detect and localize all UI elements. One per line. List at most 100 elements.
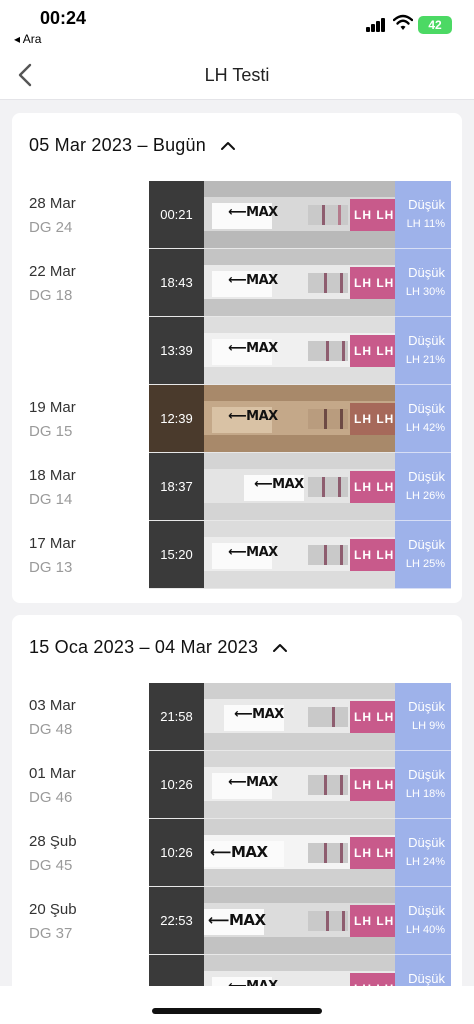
row-cycle-day: DG 14 [29, 491, 73, 508]
strip-lh-label: LH LH [350, 267, 395, 299]
row-cycle-day: DG 13 [29, 559, 73, 576]
test-strip-photo[interactable]: 22:53 ⟵MAX LH LH [149, 887, 395, 955]
test-row[interactable]: 20 Şub DG 37 22:53 ⟵MAX LH LH Düşük LH 4… [12, 887, 462, 955]
result-badge: Düşük LH 21% [395, 317, 451, 385]
row-date: 28 Mar [29, 195, 76, 212]
result-label: Düşük [408, 835, 445, 850]
row-date: 17 Mar [29, 535, 76, 552]
lh-percentage: LH 40% [405, 924, 445, 936]
nav-bar: LH Testi [0, 52, 474, 100]
strip-image: ⟵MAX LH LH [204, 317, 395, 384]
test-strip-photo[interactable]: 10:26 ⟵MAX LH LH [149, 751, 395, 819]
test-row[interactable]: 19 Mar DG 15 12:39 ⟵MAX LH LH Düşük LH 4… [12, 385, 462, 453]
row-date: 22 Mar [29, 263, 76, 280]
test-time: 13:39 [149, 317, 204, 384]
strip-image: ⟵MAX LH LH [204, 683, 395, 750]
strip-lh-label: LH LH [350, 701, 395, 733]
test-row[interactable]: 03 Mar DG 48 21:58 ⟵MAX LH LH Düşük LH 9… [12, 683, 462, 751]
strip-image: ⟵MAX LH LH [204, 521, 395, 588]
strip-lh-label: LH LH [350, 539, 395, 571]
lh-percentage: LH 21% [405, 354, 445, 366]
chevron-up-icon[interactable] [272, 643, 288, 653]
test-time: 00:21 [149, 181, 204, 248]
row-cycle-day: DG 45 [29, 857, 73, 874]
lh-percentage: LH 9% [411, 720, 445, 732]
section-card: 05 Mar 2023 – Bugün 28 Mar DG 24 00:21 ⟵… [12, 113, 462, 603]
strip-image: ⟵MAX LH LH [204, 385, 395, 452]
test-row[interactable]: 13:39 ⟵MAX LH LH Düşük LH 21% [12, 317, 462, 385]
lh-percentage: LH 25% [405, 558, 445, 570]
test-time: 21:58 [149, 683, 204, 750]
section-header[interactable]: 15 Oca 2023 – 04 Mar 2023 [29, 637, 288, 658]
result-label: Düşük [408, 971, 445, 986]
strip-image: ⟵MAX LH LH [204, 887, 395, 954]
test-row[interactable]: 17 Mar DG 13 15:20 ⟵MAX LH LH Düşük LH 2… [12, 521, 462, 589]
strip-max-label: ⟵MAX [228, 205, 278, 220]
strip-max-label: ⟵MAX [228, 341, 278, 356]
row-cycle-day: DG 18 [29, 287, 73, 304]
status-bar: 00:24 ◂ Ara 42 [0, 0, 474, 52]
result-label: Düşük [408, 333, 445, 348]
test-row[interactable]: 22 Mar DG 18 18:43 ⟵MAX LH LH Düşük LH 3… [12, 249, 462, 317]
row-cycle-day: DG 46 [29, 789, 73, 806]
test-time: 15:20 [149, 521, 204, 588]
result-label: Düşük [408, 469, 445, 484]
row-cycle-day: DG 48 [29, 721, 73, 738]
strip-lh-label: LH LH [350, 335, 395, 367]
strip-lh-label: LH LH [350, 769, 395, 801]
lh-percentage: LH 11% [406, 218, 445, 230]
result-label: Düşük [408, 699, 445, 714]
result-label: Düşük [408, 903, 445, 918]
row-date: 28 Şub [29, 833, 77, 850]
test-time: 10:26 [149, 819, 204, 886]
test-strip-photo[interactable]: 18:43 ⟵MAX LH LH [149, 249, 395, 317]
row-date: 03 Mar [29, 697, 76, 714]
result-badge: Düşük LH 11% [395, 181, 451, 249]
section-date-range: 15 Oca 2023 – 04 Mar 2023 [29, 637, 259, 657]
section-date-range: 05 Mar 2023 – Bugün [29, 135, 206, 155]
test-strip-photo[interactable]: 21:58 ⟵MAX LH LH [149, 683, 395, 751]
section-header[interactable]: 05 Mar 2023 – Bugün [29, 135, 236, 156]
strip-image: ⟵MAX LH LH [204, 249, 395, 316]
strip-lh-label: LH LH [350, 837, 395, 869]
test-row[interactable]: 01 Mar DG 46 10:26 ⟵MAX LH LH Düşük LH 1… [12, 751, 462, 819]
result-label: Düşük [408, 197, 445, 212]
home-indicator[interactable] [152, 1008, 322, 1014]
strip-max-label: ⟵MAX [234, 707, 284, 722]
test-strip-photo[interactable]: 18:37 ⟵MAX LH LH [149, 453, 395, 521]
result-badge: Düşük LH 9% [395, 683, 451, 751]
back-to-app-link[interactable]: ◂ Ara [14, 32, 41, 46]
strip-lh-label: LH LH [350, 199, 395, 231]
test-row[interactable]: 28 Mar DG 24 00:21 ⟵MAX LH LH Düşük LH 1… [12, 181, 462, 249]
test-row[interactable]: 28 Şub DG 45 10:26 ⟵MAX LH LH Düşük LH 2… [12, 819, 462, 887]
test-strip-photo[interactable]: 00:21 ⟵MAX LH LH [149, 181, 395, 249]
row-date: 19 Mar [29, 399, 76, 416]
result-label: Düşük [408, 537, 445, 552]
strip-image: ⟵MAX LH LH [204, 751, 395, 818]
test-strip-photo[interactable]: 12:39 ⟵MAX LH LH [149, 385, 395, 453]
result-badge: Düşük LH 26% [395, 453, 451, 521]
chevron-up-icon[interactable] [220, 141, 236, 151]
strip-max-label: ⟵MAX [228, 545, 278, 560]
cellular-signal-icon [366, 18, 386, 32]
result-badge: Düşük LH 30% [395, 249, 451, 317]
strip-max-label: ⟵MAX [254, 477, 304, 492]
strip-image: ⟵MAX LH LH [204, 181, 395, 248]
test-time: 10:26 [149, 751, 204, 818]
test-time: 18:43 [149, 249, 204, 316]
section-card: 15 Oca 2023 – 04 Mar 2023 03 Mar DG 48 2… [12, 615, 462, 1023]
row-cycle-day: DG 37 [29, 925, 73, 942]
result-label: Düşük [408, 265, 445, 280]
lh-percentage: LH 18% [405, 788, 445, 800]
test-strip-photo[interactable]: 13:39 ⟵MAX LH LH [149, 317, 395, 385]
result-label: Düşük [408, 401, 445, 416]
result-badge: Düşük LH 42% [395, 385, 451, 453]
test-row[interactable]: 18 Mar DG 14 18:37 ⟵MAX LH LH Düşük LH 2… [12, 453, 462, 521]
strip-max-label: ⟵MAX [228, 409, 278, 424]
strip-lh-label: LH LH [350, 905, 395, 937]
test-strip-photo[interactable]: 10:26 ⟵MAX LH LH [149, 819, 395, 887]
test-strip-photo[interactable]: 15:20 ⟵MAX LH LH [149, 521, 395, 589]
wifi-icon [393, 14, 413, 30]
row-cycle-day: DG 24 [29, 219, 73, 236]
home-indicator-area [0, 986, 474, 1024]
